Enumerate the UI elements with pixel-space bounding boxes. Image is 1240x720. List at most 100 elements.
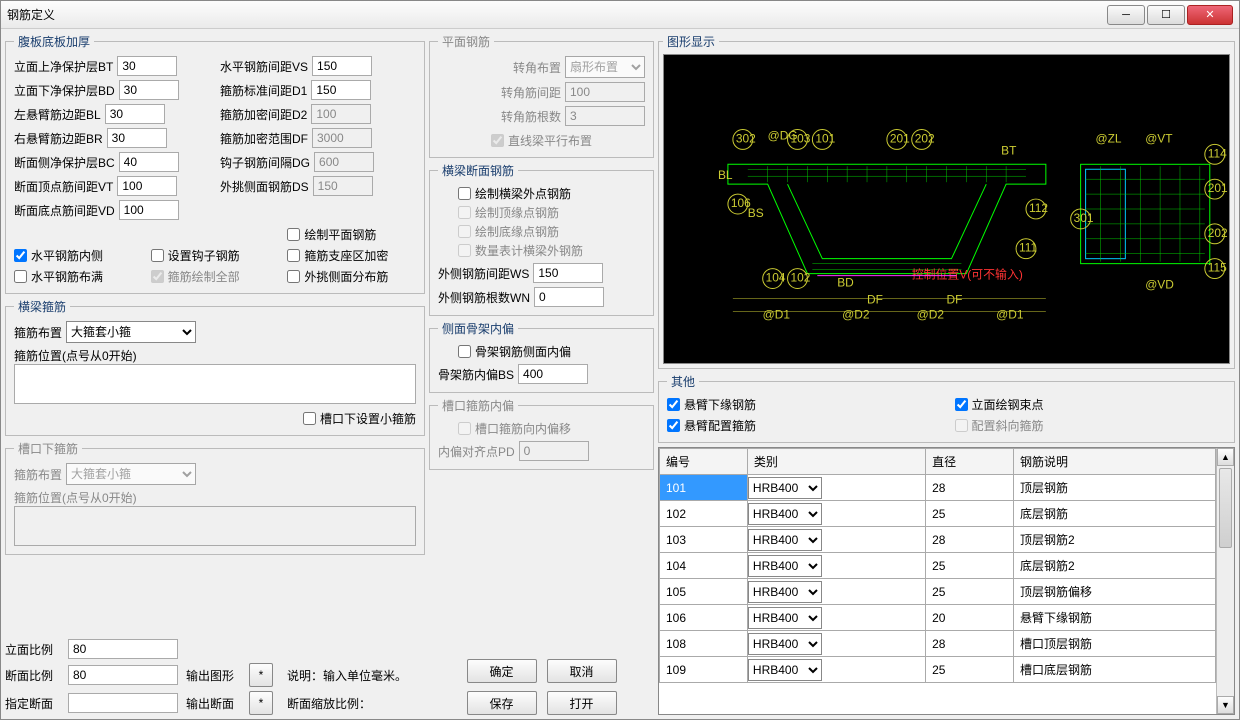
svg-text:101: 101 [815,131,835,145]
scroll-thumb[interactable] [1219,468,1232,548]
param-input[interactable] [117,56,177,76]
type-select[interactable]: HRB400 [748,555,822,577]
table-row[interactable]: 106HRB40020悬臂下缘钢筋 [660,605,1216,631]
param-input[interactable] [117,176,177,196]
param-input[interactable] [105,104,165,124]
scroll-up-icon[interactable]: ▲ [1217,448,1234,466]
minimize-button[interactable]: ─ [1107,5,1145,25]
svg-text:202: 202 [1208,226,1228,240]
wn-input[interactable] [534,287,604,307]
table-header[interactable]: 编号 [660,449,748,475]
svg-text:302: 302 [736,131,756,145]
others-legend: 其他 [667,373,699,390]
type-select[interactable]: HRB400 [748,529,822,551]
check[interactable] [667,419,680,432]
elev-scale-input[interactable] [68,639,178,659]
pingmian-group: 平面钢筋 转角布置 扇形布置 转角筋间距 转角筋根数 直线梁平行布置 [429,33,654,158]
table-row[interactable]: 104HRB40025底层钢筋2 [660,553,1216,579]
out-section-button[interactable]: * [249,691,273,715]
param-input[interactable] [311,80,371,100]
svg-text:102: 102 [791,271,811,285]
param-input[interactable] [119,200,179,220]
out-graph-button[interactable]: * [249,663,273,687]
type-select[interactable]: HRB400 [748,503,822,525]
ws-input[interactable] [533,263,603,283]
gu-pos-label: 箍筋位置(点号从0开始) [14,347,137,364]
svg-text:@VT: @VT [1145,131,1172,145]
bs-input[interactable] [518,364,588,384]
spec-section-input[interactable] [68,693,178,713]
hengliang-section-legend: 横梁断面钢筋 [438,162,518,179]
param-input[interactable] [107,128,167,148]
check[interactable] [287,228,300,241]
caokou-buzhi-select: 大箍套小箍 [66,463,196,485]
table-row[interactable]: 109HRB40025槽口底层钢筋 [660,657,1216,683]
spec-section-label: 指定断面 [5,695,60,712]
check[interactable] [287,270,300,283]
table-header[interactable]: 钢筋说明 [1014,449,1216,475]
check[interactable] [151,249,164,262]
table-scrollbar[interactable]: ▲ ▼ [1216,448,1234,714]
open-button[interactable]: 打开 [547,691,617,715]
check [458,206,471,219]
gu-pos-input[interactable] [14,364,416,404]
pd-input [519,441,589,461]
maximize-button[interactable]: ☐ [1147,5,1185,25]
type-select[interactable]: HRB400 [748,607,822,629]
table-header[interactable]: 类别 [747,449,925,475]
type-select[interactable]: HRB400 [748,477,822,499]
svg-text:控制位置V(可不输入): 控制位置V(可不输入) [912,268,1023,282]
table-row[interactable]: 101HRB40028顶层钢筋 [660,475,1216,501]
fubanjiahou-legend: 腹板底板加厚 [14,33,94,50]
slot-small-gu-check[interactable] [303,412,316,425]
caokou-buzhi-label: 箍筋布置 [14,466,62,483]
save-button[interactable]: 保存 [467,691,537,715]
others-group: 其他 悬臂下缘钢筋立面绘钢束点悬臂配置箍筋配置斜向箍筋 [658,373,1235,443]
table-row[interactable]: 108HRB40028槽口顶层钢筋 [660,631,1216,657]
scroll-down-icon[interactable]: ▼ [1217,696,1234,714]
param-input [313,176,373,196]
caokou-nei-group: 槽口箍筋内偏 槽口箍筋向内偏移 内偏对齐点PD [429,397,654,470]
fubanjiahou-group: 腹板底板加厚 立面上净保护层BT水平钢筋间距VS立面下净保护层BD箍筋标准间距D… [5,33,425,294]
svg-text:111: 111 [1019,241,1037,255]
type-select[interactable]: HRB400 [748,659,822,681]
caokou-gu-group: 槽口下箍筋 箍筋布置 大箍套小箍 箍筋位置(点号从0开始) [5,440,425,555]
svg-text:DF: DF [947,292,963,306]
ok-button[interactable]: 确定 [467,659,537,683]
check[interactable] [955,398,968,411]
check[interactable] [458,187,471,200]
rebar-table[interactable]: 编号类别直径钢筋说明 101HRB40028顶层钢筋102HRB40025底层钢… [659,448,1216,683]
out-graph-label: 输出图形 [186,667,241,684]
param-input[interactable] [312,56,372,76]
corner-count-input [565,106,645,126]
caokou-pos-label: 箍筋位置(点号从0开始) [14,489,137,506]
table-row[interactable]: 102HRB40025底层钢筋 [660,501,1216,527]
elev-scale-label: 立面比例 [5,641,60,658]
cancel-button[interactable]: 取消 [547,659,617,683]
frame-side-offset-check[interactable] [458,345,471,358]
type-select[interactable]: HRB400 [748,633,822,655]
check[interactable] [14,249,27,262]
table-header[interactable]: 直径 [926,449,1014,475]
param-input[interactable] [119,152,179,172]
close-button[interactable]: ✕ [1187,5,1233,25]
table-row[interactable]: 105HRB40025顶层钢筋偏移 [660,579,1216,605]
sect-scale-input[interactable] [68,665,178,685]
svg-text:301: 301 [1074,211,1094,225]
gu-buzhi-select[interactable]: 大箍套小箍 [66,321,196,343]
check[interactable] [287,249,300,262]
type-select[interactable]: HRB400 [748,581,822,603]
svg-text:BT: BT [1001,143,1016,157]
check[interactable] [667,398,680,411]
svg-text:@D1: @D1 [996,307,1024,321]
param-input [314,152,374,172]
check[interactable] [14,270,27,283]
slot-gu-offset-check [458,422,471,435]
svg-text:104: 104 [766,271,786,285]
svg-text:@ZL: @ZL [1096,131,1122,145]
rebar-table-wrap: 编号类别直径钢筋说明 101HRB40028顶层钢筋102HRB40025底层钢… [658,447,1235,715]
param-input[interactable] [119,80,179,100]
svg-text:114: 114 [1208,146,1227,160]
note-text: 输入单位毫米。 [323,669,407,683]
table-row[interactable]: 103HRB40028顶层钢筋2 [660,527,1216,553]
